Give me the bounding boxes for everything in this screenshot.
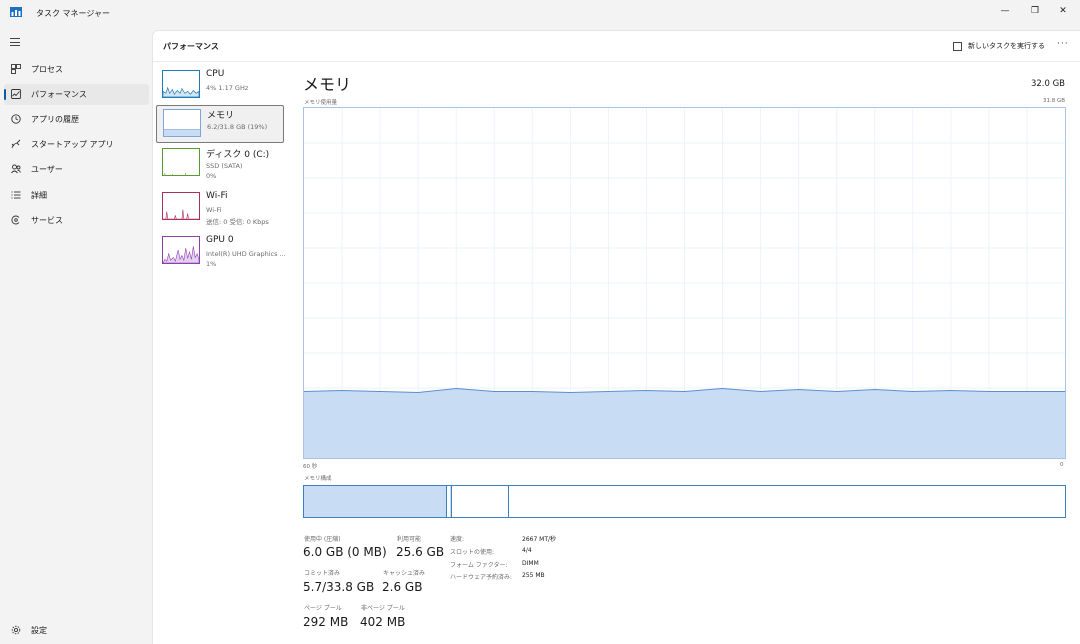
paged-pool-value: 292 MB xyxy=(303,615,349,629)
in-use-value: 6.0 GB (0 MB) xyxy=(303,545,387,559)
settings-label: 設定 xyxy=(31,625,47,635)
sidebar: プロセス パフォーマンス アプリの履歴 スタートアップ アプリ ユーザー 詳細 xyxy=(0,30,152,644)
resource-name: Wi-Fi xyxy=(206,191,228,201)
wifi-thumbnail-graph xyxy=(162,192,200,220)
graph-label: メモリ使用量 xyxy=(304,100,338,106)
performance-panel: パフォーマンス 新しいタスクを実行する ··· CPU 4% 1.17 GHz … xyxy=(152,30,1080,644)
performance-icon xyxy=(11,89,21,99)
more-options-button[interactable]: ··· xyxy=(1057,39,1069,49)
resource-detail: SSD (SATA) xyxy=(206,162,243,170)
resource-detail: 1% xyxy=(206,260,217,268)
sidebar-item-label: アプリの履歴 xyxy=(31,115,79,124)
speed-value: 2667 MT/秒 xyxy=(522,536,557,543)
committed-value: 5.7/33.8 GB xyxy=(303,580,375,594)
cached-label: キャッシュ済み xyxy=(383,570,426,577)
close-button[interactable]: ✕ xyxy=(1048,0,1078,22)
resource-name: メモリ xyxy=(207,111,235,121)
sidebar-item-label: サービス xyxy=(31,216,63,225)
memory-thumbnail-graph xyxy=(163,109,201,137)
available-label: 利用可能 xyxy=(397,536,422,543)
composition-standby xyxy=(452,486,509,517)
sidebar-item-users[interactable]: ユーザー xyxy=(4,159,149,180)
graph-max-label: 31.8 GB xyxy=(1042,98,1065,104)
resource-item-gpu[interactable]: GPU 0 Intel(R) UHD Graphics ... 1% xyxy=(156,233,286,271)
minimize-button[interactable]: — xyxy=(990,0,1020,22)
history-icon xyxy=(11,114,21,124)
settings-button[interactable]: 設定 xyxy=(4,620,149,640)
paged-pool-label: ページ プール xyxy=(304,605,342,612)
services-icon xyxy=(11,215,20,225)
sidebar-item-label: パフォーマンス xyxy=(31,90,87,99)
resource-item-memory[interactable]: メモリ 6.2/31.8 GB (19%) xyxy=(156,105,284,143)
resource-detail: Intel(R) UHD Graphics ... xyxy=(206,250,286,258)
composition-in-use xyxy=(304,486,447,517)
resource-detail: 送信: 0 受信: 0 Kbps xyxy=(206,218,269,226)
in-use-label: 使用中 (圧縮) xyxy=(304,536,341,543)
run-new-task-label: 新しいタスクを実行する xyxy=(968,42,1045,50)
resource-detail: 4% 1.17 GHz xyxy=(206,84,249,92)
details-icon xyxy=(11,191,21,199)
memory-composition-bar xyxy=(303,485,1066,518)
title-bar: タスク マネージャー — ❐ ✕ xyxy=(0,0,1080,30)
resource-title: メモリ xyxy=(303,75,352,94)
hardware-reserved-label: ハードウェア予約済み: xyxy=(450,574,513,581)
speed-label: 速度: xyxy=(450,536,465,543)
users-icon xyxy=(11,164,21,174)
cached-value: 2.6 GB xyxy=(382,580,423,594)
memory-capacity: 32.0 GB xyxy=(1030,79,1065,89)
form-factor-value: DIMM xyxy=(522,560,539,567)
sidebar-item-label: 詳細 xyxy=(31,191,47,200)
hardware-reserved-value: 255 MB xyxy=(522,572,545,579)
sidebar-item-details[interactable]: 詳細 xyxy=(4,185,149,206)
disk-thumbnail-graph xyxy=(162,148,200,176)
sidebar-item-app-history[interactable]: アプリの履歴 xyxy=(4,109,149,130)
resource-name: CPU xyxy=(206,69,225,79)
window-title: タスク マネージャー xyxy=(36,9,110,18)
page-title: パフォーマンス xyxy=(163,42,219,51)
gpu-thumbnail-graph xyxy=(162,236,200,264)
nonpaged-pool-label: 非ページ プール xyxy=(361,605,405,612)
memory-usage-graph xyxy=(303,107,1066,459)
task-manager-app-icon xyxy=(10,7,22,17)
resource-item-disk[interactable]: ディスク 0 (C:) SSD (SATA) 0% xyxy=(156,145,284,183)
committed-label: コミット済み xyxy=(304,570,341,577)
graph-time-axis-right: 0 xyxy=(1060,462,1064,468)
resource-name: GPU 0 xyxy=(206,235,234,245)
header-divider xyxy=(153,61,1080,62)
resource-detail: 6.2/31.8 GB (19%) xyxy=(207,123,268,131)
processes-icon xyxy=(11,64,21,74)
composition-label: メモリ構成 xyxy=(304,476,332,482)
sidebar-item-label: ユーザー xyxy=(31,165,63,174)
sidebar-item-services[interactable]: サービス xyxy=(4,210,149,231)
new-task-icon xyxy=(953,41,962,51)
run-new-task-button[interactable]: 新しいタスクを実行する xyxy=(953,39,1045,53)
startup-icon xyxy=(11,139,21,149)
memory-usage-area xyxy=(304,388,1065,458)
resource-name: ディスク 0 (C:) xyxy=(206,150,270,160)
sidebar-item-label: スタートアップ アプリ xyxy=(31,140,114,149)
slots-value: 4/4 xyxy=(522,547,532,554)
resource-item-wifi[interactable]: Wi-Fi Wi-Fi 送信: 0 受信: 0 Kbps xyxy=(156,189,284,227)
gear-icon xyxy=(11,625,21,635)
resource-detail: 0% xyxy=(206,172,217,180)
available-value: 25.6 GB xyxy=(396,545,445,559)
sidebar-item-startup-apps[interactable]: スタートアップ アプリ xyxy=(4,134,149,155)
sidebar-item-label: プロセス xyxy=(31,65,63,74)
graph-time-axis-left: 60 秒 xyxy=(303,464,318,470)
form-factor-label: フォーム ファクター: xyxy=(450,562,508,569)
cpu-thumbnail-graph xyxy=(162,70,200,98)
resource-detail: Wi-Fi xyxy=(206,206,222,214)
sidebar-item-processes[interactable]: プロセス xyxy=(4,59,149,80)
nonpaged-pool-value: 402 MB xyxy=(360,615,406,629)
maximize-button[interactable]: ❐ xyxy=(1020,0,1050,22)
slots-label: スロットの使用: xyxy=(450,549,495,556)
resource-item-cpu[interactable]: CPU 4% 1.17 GHz xyxy=(156,67,284,105)
hamburger-menu-icon[interactable] xyxy=(10,38,20,46)
sidebar-item-performance[interactable]: パフォーマンス xyxy=(4,84,149,105)
